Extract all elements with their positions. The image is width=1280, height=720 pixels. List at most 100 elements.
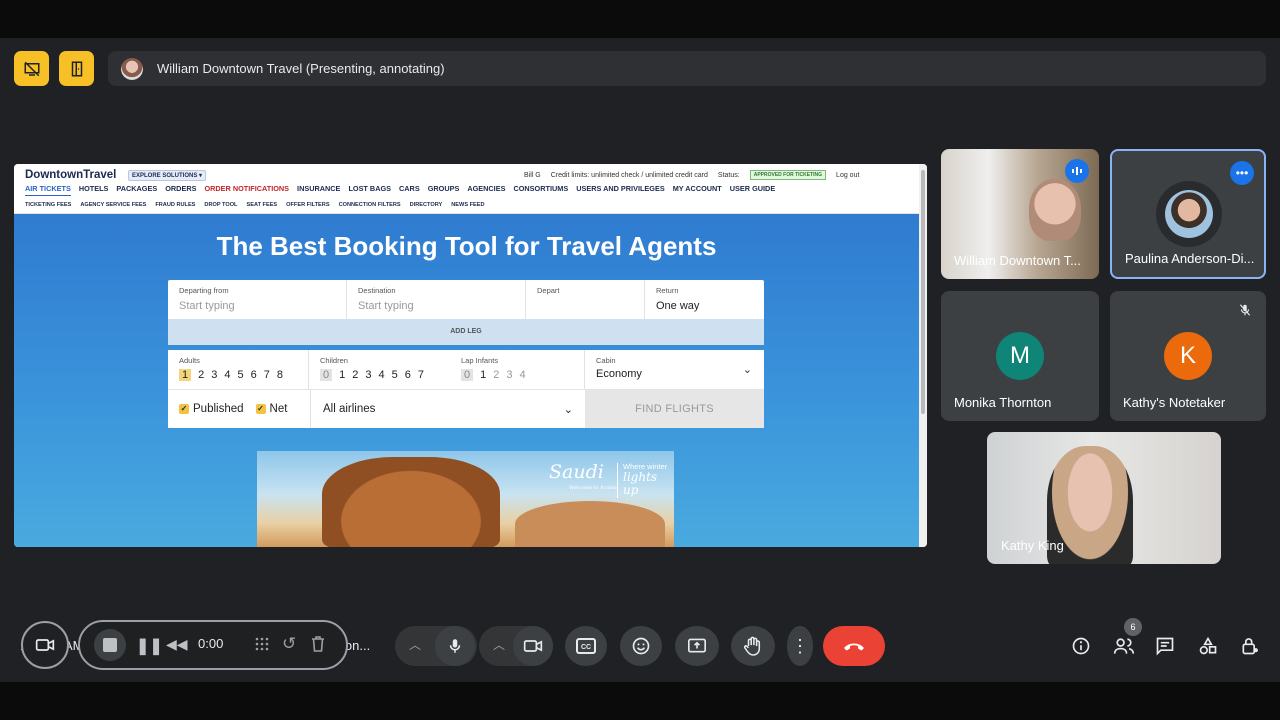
nav-hotels[interactable]: HOTELS [79,184,109,196]
return-date-field[interactable]: Return One way [645,280,764,319]
depart-date-field[interactable]: Depart [526,280,645,319]
camera-options-chevron-icon[interactable]: ︿ [493,636,505,653]
subnav-agency-service-fees[interactable]: AGENCY SERVICE FEES [80,202,146,208]
present-screen-button[interactable] [675,626,719,666]
infants-option[interactable]: 1 [480,369,486,381]
subnav-seat-fees[interactable]: SEAT FEES [246,202,277,208]
participant-tile-kathy-king[interactable]: Kathy King [987,432,1221,564]
adults-option[interactable]: 1 [179,369,192,381]
subnav-news-feed[interactable]: NEWS FEED [451,202,484,208]
nav-users-and-privileges[interactable]: USERS AND PRIVILEGES [576,184,665,196]
children-option[interactable]: 2 [352,369,358,381]
subnav-connection-filters[interactable]: CONNECTION FILTERS [339,202,401,208]
chat-button[interactable] [1153,634,1177,658]
breakout-door-icon[interactable] [59,51,94,86]
children-option[interactable]: 4 [379,369,385,381]
mic-off-icon [1238,303,1252,322]
screen-share-off-icon[interactable] [14,51,49,86]
pause-icon[interactable]: ❚❚ [136,636,163,656]
adults-option[interactable]: 8 [277,369,283,381]
children-option[interactable]: 1 [339,369,345,381]
net-checkbox[interactable]: ✓ Net [255,403,287,415]
infants-option[interactable]: 0 [461,369,474,381]
saudi-ad-banner[interactable]: Saudi Welcome to Arabia Where winter ligh… [257,451,674,547]
nav-groups[interactable]: GROUPS [428,184,460,196]
avatar-photo [1165,190,1213,238]
published-checkbox[interactable]: ✓ Published [179,403,244,415]
trash-icon[interactable] [310,635,326,657]
logout-link[interactable]: Log out [836,172,859,179]
cabin-select[interactable]: Cabin Economy ⌄ [585,350,764,389]
nav-my-account[interactable]: MY ACCOUNT [673,184,722,196]
children-option[interactable]: 7 [418,369,424,381]
children-option[interactable]: 3 [365,369,371,381]
nav-air-tickets[interactable]: AIR TICKETS [25,184,71,196]
cabin-label: Cabin [596,356,616,365]
infants-option[interactable]: 4 [520,369,526,381]
meeting-info-button[interactable] [1069,634,1093,658]
mic-button[interactable] [435,626,475,666]
activities-button[interactable] [1196,634,1220,658]
leave-call-button[interactable] [823,626,885,666]
nav-user-guide[interactable]: USER GUIDE [730,184,775,196]
participant-tile-kathy-notetaker[interactable]: K Kathy's Notetaker [1110,291,1266,421]
adults-option[interactable]: 5 [238,369,244,381]
undo-icon[interactable]: ↺ [282,634,296,654]
add-leg-button[interactable]: ADD LEG [168,319,764,345]
bottom-black-bar [0,682,1280,720]
host-controls-button[interactable] [1238,634,1262,658]
captions-button[interactable]: CC [565,626,607,666]
participant-count-badge: 6 [1124,618,1142,636]
adults-option[interactable]: 6 [251,369,257,381]
adults-option[interactable]: 3 [211,369,217,381]
page-scrollbar[interactable] [919,164,927,547]
info-icon [1072,637,1090,655]
people-button[interactable] [1111,634,1137,658]
find-flights-button[interactable]: FIND FLIGHTS [585,390,764,428]
subnav-directory[interactable]: DIRECTORY [410,202,443,208]
explore-solutions-button[interactable]: EXPLORE SOLUTIONS ▾ [128,170,207,181]
scrollbar-thumb[interactable] [921,170,925,414]
nav-order-notifications[interactable]: ORDER NOTIFICATIONS [204,184,289,196]
subnav-offer-filters[interactable]: OFFER FILTERS [286,202,329,208]
participant-tile-william[interactable]: William Downtown T... [941,149,1099,279]
adults-option[interactable]: 7 [264,369,270,381]
nav-agencies[interactable]: AGENCIES [467,184,505,196]
stop-button[interactable] [94,629,126,661]
destination-field[interactable]: Destination Start typing [347,280,526,319]
nav-consortiums[interactable]: CONSORTIUMS [513,184,568,196]
subnav-ticketing-fees[interactable]: TICKETING FEES [25,202,71,208]
participant-tile-paulina[interactable]: ••• Paulina Anderson-Di... [1110,149,1266,279]
rewind-icon[interactable]: ◀◀ [166,636,188,653]
emoji-reaction-button[interactable] [620,626,662,666]
participant-tile-monika[interactable]: M Monika Thornton [941,291,1099,421]
more-options-icon[interactable]: ••• [1230,161,1254,185]
more-options-button[interactable]: ⋮ [787,626,813,666]
camera-button[interactable] [513,626,553,666]
grid-icon[interactable] [254,636,270,657]
subnav-drop-tool[interactable]: DROP TOOL [204,202,237,208]
adults-option[interactable]: 2 [198,369,204,381]
mic-options-chevron-icon[interactable]: ︿ [409,636,421,653]
recording-camera-button[interactable] [21,621,69,669]
presenting-banner[interactable]: William Downtown Travel (Presenting, ann… [108,51,1266,86]
infants-option[interactable]: 3 [506,369,512,381]
airlines-select[interactable]: All airlines ⌄ [311,390,585,428]
nav-lost-bags[interactable]: LOST BAGS [348,184,391,196]
children-label: Children [320,356,348,365]
raise-hand-button[interactable] [731,626,775,666]
subnav-fraud-rules[interactable]: FRAUD RULES [155,202,195,208]
nav-insurance[interactable]: INSURANCE [297,184,340,196]
departing-field[interactable]: Departing from Start typing [168,280,347,319]
children-option[interactable]: 6 [405,369,411,381]
adults-option[interactable]: 4 [224,369,230,381]
nav-orders[interactable]: ORDERS [165,184,196,196]
checkmark-icon: ✓ [179,404,189,414]
children-option[interactable]: 0 [320,369,333,381]
checkmark-icon: ✓ [255,404,266,414]
nav-packages[interactable]: PACKAGES [116,184,157,196]
nav-cars[interactable]: CARS [399,184,420,196]
infants-option[interactable]: 2 [493,369,499,381]
video-camera-icon [523,640,543,652]
children-option[interactable]: 5 [392,369,398,381]
